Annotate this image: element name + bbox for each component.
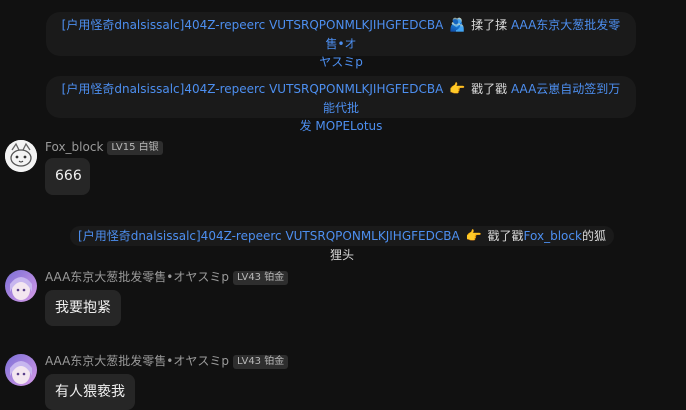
actor-name-link[interactable]: [户用怪奇dnalsissalc]404Z-repeerc VUTSRQPONM…	[62, 18, 444, 32]
anime-avatar-icon	[5, 270, 37, 302]
action-text: 揉了揉	[471, 18, 508, 32]
system-message-hug: [户用怪奇dnalsissalc]404Z-repeerc VUTSRQPONM…	[46, 12, 636, 69]
message-bubble[interactable]: 我要抱紧	[45, 290, 121, 326]
message-bubble[interactable]: 666	[45, 158, 90, 195]
target-name-link-cont[interactable]: 发 MOPELotus	[300, 119, 383, 133]
message-bubble[interactable]: 有人猥亵我	[45, 374, 135, 410]
sender-line: Fox_block LV15 白银	[45, 139, 163, 155]
message-text: 666	[55, 168, 82, 184]
level-badge: LV43 铂金	[233, 271, 289, 285]
action-text: 戳了戳	[471, 82, 508, 96]
system-message-poke: [户用怪奇dnalsissalc]404Z-repeerc VUTSRQPONM…	[70, 226, 614, 262]
sender-name[interactable]: AAA东京大葱批发零售•オヤスミp	[45, 270, 229, 284]
level-badge: LV43 铂金	[233, 355, 289, 369]
action-text: 戳了戳	[487, 229, 524, 243]
pointing-finger-icon: 👉	[465, 229, 482, 244]
hug-emoji-icon: 🫂	[449, 18, 466, 33]
avatar[interactable]	[5, 140, 37, 172]
actor-name-link[interactable]: [户用怪奇dnalsissalc]404Z-repeerc VUTSRQPONM…	[62, 82, 444, 96]
avatar[interactable]	[5, 354, 37, 386]
actor-name-link[interactable]: [户用怪奇dnalsissalc]404Z-repeerc VUTSRQPONM…	[78, 229, 460, 243]
pointing-finger-icon: 👉	[449, 82, 466, 97]
sender-line: AAA东京大葱批发零售•オヤスミp LV43 铂金	[45, 269, 289, 285]
target-name-link[interactable]: Fox_block	[524, 229, 582, 243]
system-message-poke: [户用怪奇dnalsissalc]404Z-repeerc VUTSRQPONM…	[46, 76, 636, 133]
sender-name[interactable]: Fox_block	[45, 140, 103, 154]
message-text: 有人猥亵我	[55, 384, 125, 400]
anime-avatar-icon	[5, 354, 37, 386]
level-badge: LV15 白银	[107, 141, 163, 155]
sender-name[interactable]: AAA东京大葱批发零售•オヤスミp	[45, 354, 229, 368]
sender-line: AAA东京大葱批发零售•オヤスミp LV43 铂金	[45, 353, 289, 369]
target-name-link-cont[interactable]: ヤスミp	[319, 55, 363, 69]
message-text: 我要抱紧	[55, 300, 111, 316]
avatar[interactable]	[5, 270, 37, 302]
fox-avatar-icon	[5, 140, 37, 172]
